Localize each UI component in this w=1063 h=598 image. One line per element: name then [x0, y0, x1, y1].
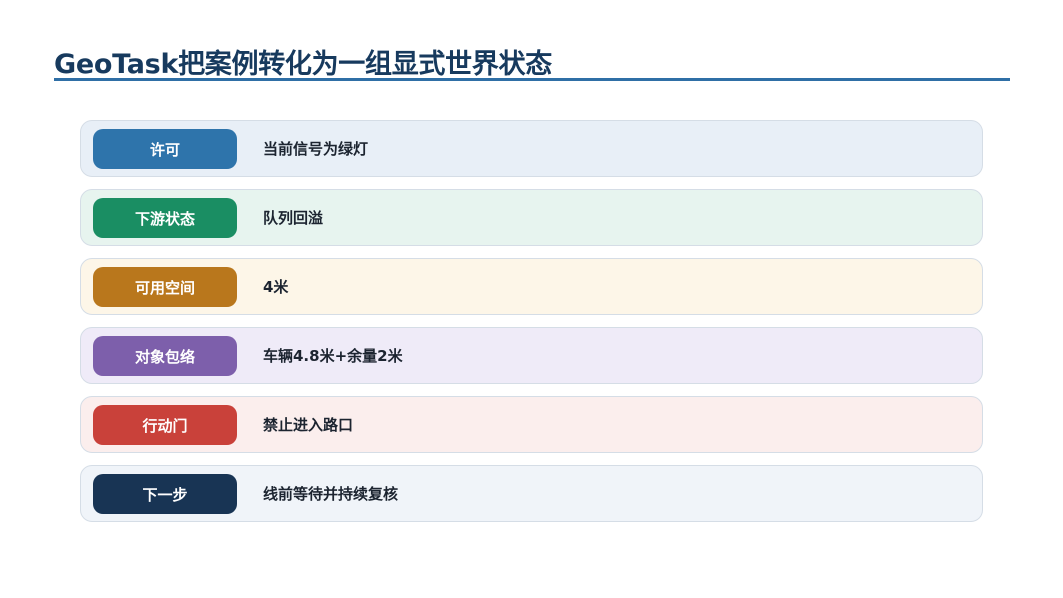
slide-title: GeoTask把案例转化为一组显式世界状态	[54, 49, 552, 80]
state-label-badge: 下一步	[93, 474, 237, 514]
state-label-badge: 下游状态	[93, 198, 237, 238]
state-row-downstream: 下游状态 队列回溢	[80, 189, 983, 246]
state-row-object-envelope: 对象包络 车辆4.8米+余量2米	[80, 327, 983, 384]
state-value: 4米	[263, 278, 289, 296]
state-row-permission: 许可 当前信号为绿灯	[80, 120, 983, 177]
state-label-badge: 行动门	[93, 405, 237, 445]
title-underline	[54, 78, 1010, 81]
state-label-badge: 可用空间	[93, 267, 237, 307]
state-value: 线前等待并持续复核	[263, 485, 399, 503]
state-value: 队列回溢	[263, 209, 324, 227]
state-list: 许可 当前信号为绿灯 下游状态 队列回溢 可用空间 4米 对象包络 车辆4.8米…	[80, 120, 983, 534]
state-value: 当前信号为绿灯	[263, 140, 369, 158]
state-row-action-gate: 行动门 禁止进入路口	[80, 396, 983, 453]
state-row-available-space: 可用空间 4米	[80, 258, 983, 315]
state-label-badge: 许可	[93, 129, 237, 169]
state-label-badge: 对象包络	[93, 336, 237, 376]
state-value: 禁止进入路口	[263, 416, 354, 434]
state-row-next-step: 下一步 线前等待并持续复核	[80, 465, 983, 522]
state-value: 车辆4.8米+余量2米	[263, 347, 403, 365]
